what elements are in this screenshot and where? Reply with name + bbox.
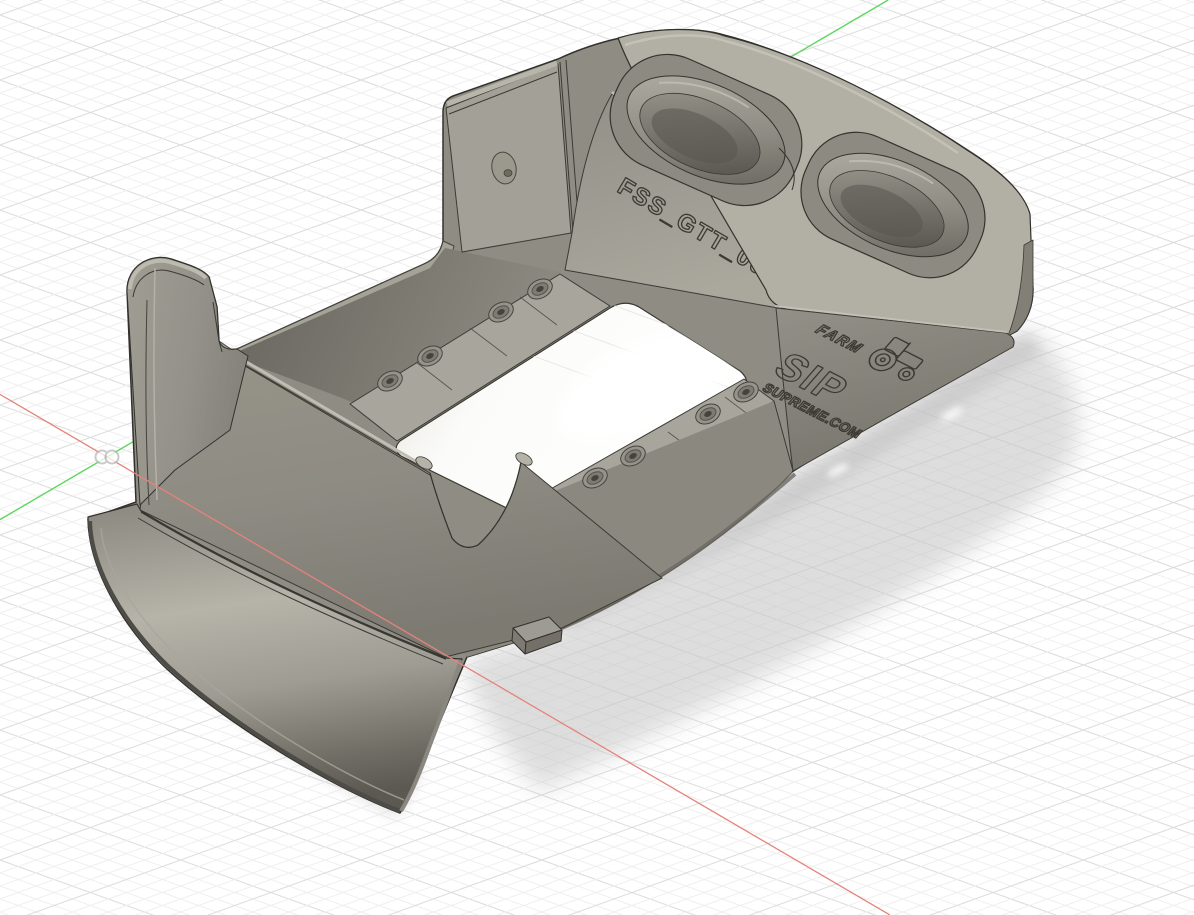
model-canvas[interactable]: FSS_GTT_001 FARM [0,0,1194,915]
cad-viewport[interactable]: FSS_GTT_001 FARM [0,0,1194,915]
origin-icon [96,451,119,464]
